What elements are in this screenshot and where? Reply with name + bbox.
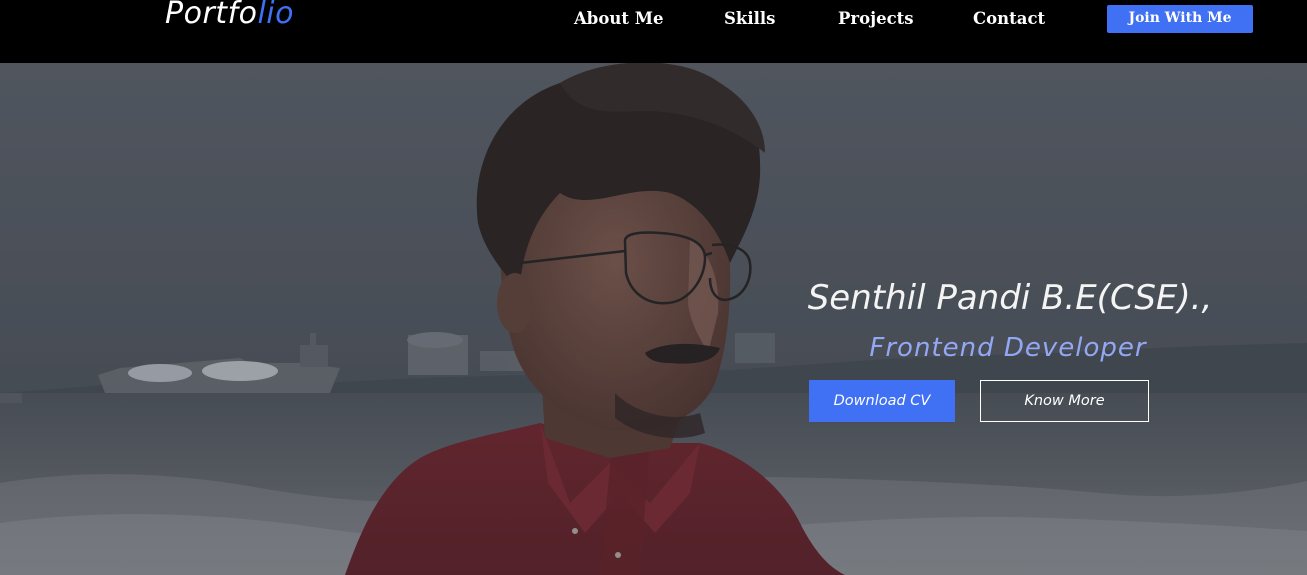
hero-section: Senthil Pandi B.E(CSE)., Frontend Develo… bbox=[0, 63, 1307, 575]
hero-role: Frontend Developer bbox=[869, 333, 1147, 363]
download-cv-button[interactable]: Download CV bbox=[809, 380, 955, 422]
hero-name: Senthil Pandi B.E(CSE)., bbox=[807, 278, 1213, 318]
nav-link-skills[interactable]: Skills bbox=[724, 9, 775, 28]
nav-link-contact[interactable]: Contact bbox=[973, 9, 1045, 28]
hero-background-photo bbox=[0, 63, 1307, 575]
logo-main-text: Portfo bbox=[165, 0, 258, 31]
nav-link-projects[interactable]: Projects bbox=[838, 9, 914, 28]
navbar: Portfolio About Me Skills Projects Conta… bbox=[0, 0, 1307, 63]
know-more-button[interactable]: Know More bbox=[980, 380, 1149, 422]
join-with-me-button[interactable]: Join With Me bbox=[1107, 5, 1253, 33]
nav-link-about[interactable]: About Me bbox=[574, 9, 663, 28]
site-logo[interactable]: Portfolio bbox=[165, 0, 294, 31]
logo-accent-text: lio bbox=[257, 0, 294, 31]
